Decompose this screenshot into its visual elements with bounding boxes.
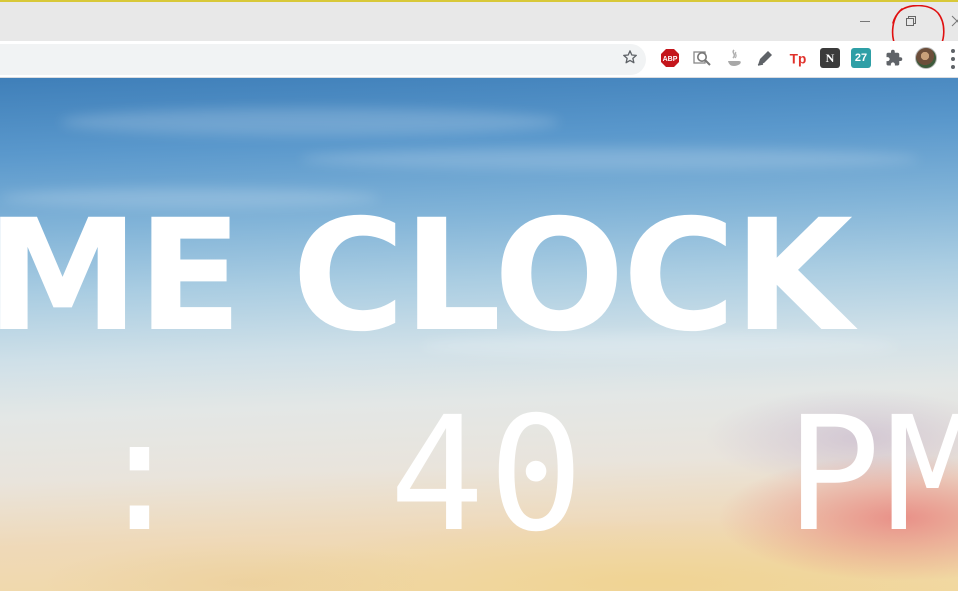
java-extension[interactable] xyxy=(724,48,744,68)
tp-extension[interactable]: Tp xyxy=(788,48,808,68)
star-icon xyxy=(623,50,637,64)
browser-toolbar: ABP Tp N 27 xyxy=(0,41,958,78)
tp-icon: Tp xyxy=(790,51,807,66)
restore-icon xyxy=(906,16,916,26)
adblock-plus-label: ABP xyxy=(663,56,678,63)
pen-extension[interactable] xyxy=(755,48,775,68)
notion-label: N xyxy=(825,50,835,65)
adblock-plus-extension[interactable]: ABP xyxy=(660,48,680,68)
adblock-plus-icon: ABP xyxy=(661,49,679,67)
bookmark-star-button[interactable] xyxy=(618,45,642,69)
clock-time: : 40 PM xyxy=(92,383,958,567)
minimize-button[interactable] xyxy=(850,10,880,32)
pen-icon xyxy=(757,51,772,66)
more-vert-icon[interactable] xyxy=(948,49,958,69)
close-button[interactable] xyxy=(942,10,958,32)
lens-search-icon xyxy=(693,51,711,66)
puzzle-icon xyxy=(886,49,903,66)
lens-search-extension[interactable] xyxy=(692,48,712,68)
address-bar[interactable] xyxy=(0,44,646,75)
profile-avatar[interactable] xyxy=(915,47,937,69)
calendar-27-extension[interactable]: 27 xyxy=(851,48,871,68)
java-icon xyxy=(728,49,741,66)
title-bar xyxy=(0,0,958,58)
extensions-button[interactable] xyxy=(884,48,904,68)
page-content: ME CLOCK : 40 PM xyxy=(0,78,958,591)
tp-label: Tp xyxy=(790,51,807,66)
close-icon xyxy=(951,15,958,27)
page-title: ME CLOCK xyxy=(0,187,853,366)
minimize-icon xyxy=(860,21,870,22)
notion-extension[interactable]: N xyxy=(820,48,840,68)
restore-button[interactable] xyxy=(896,10,926,32)
calendar-27-label: 27 xyxy=(854,52,868,64)
